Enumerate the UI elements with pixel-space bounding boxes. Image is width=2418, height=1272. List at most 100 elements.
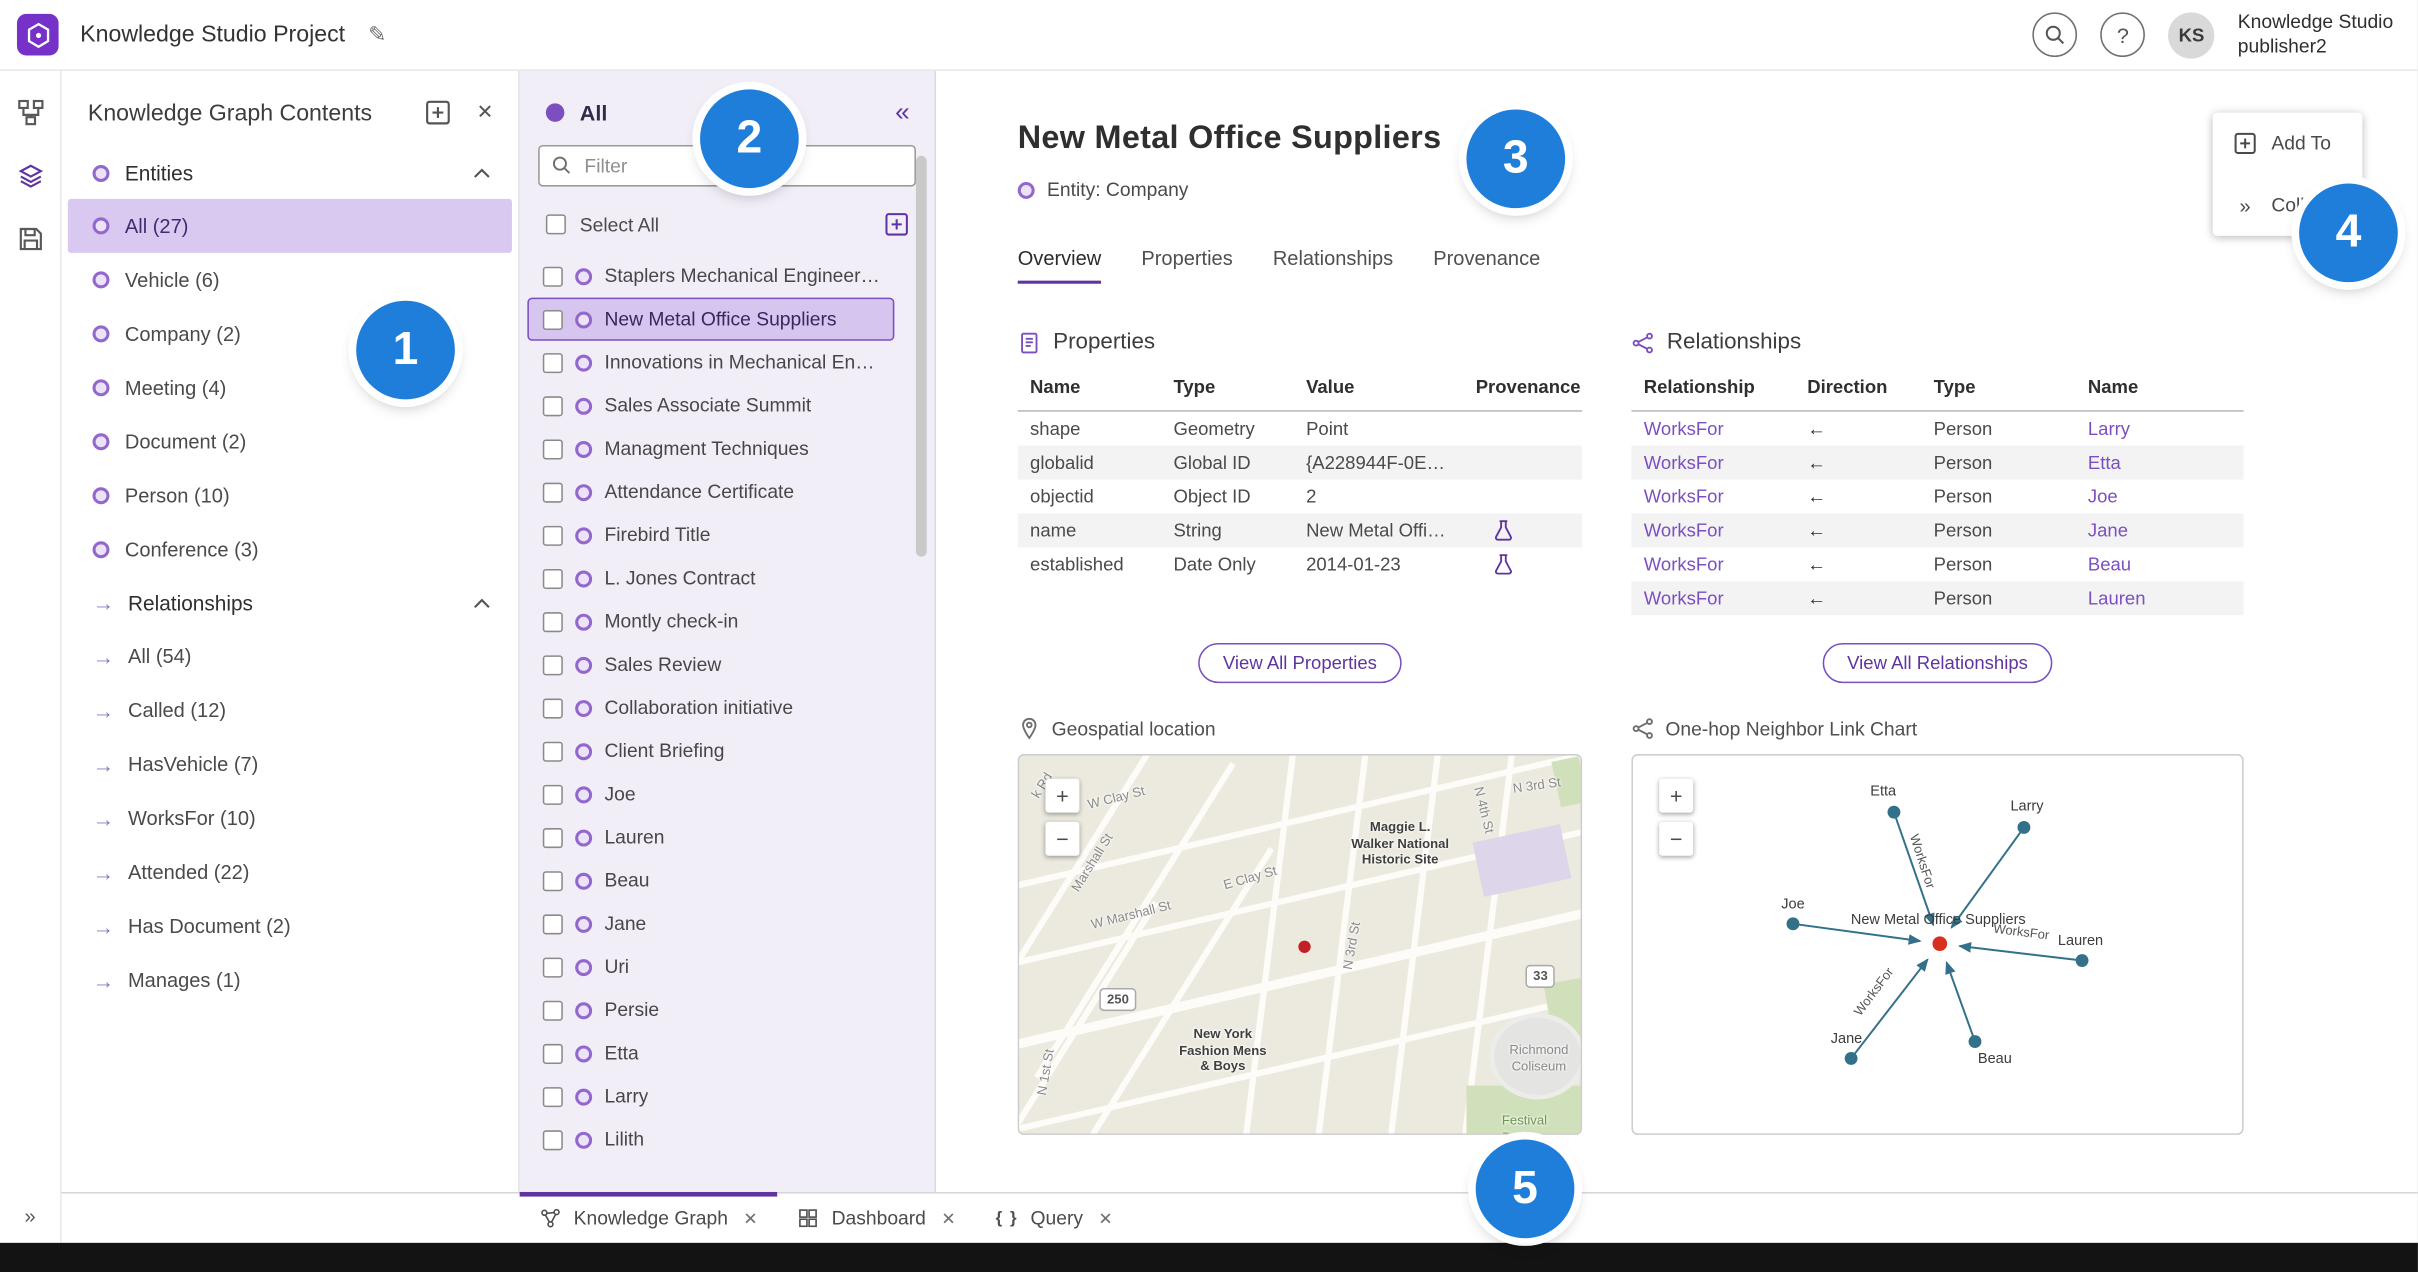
entity-type-item[interactable]: Company (2) [68, 307, 512, 361]
app-logo-icon[interactable] [16, 13, 59, 56]
item-checkbox[interactable] [542, 956, 563, 977]
view-all-properties-button[interactable]: View All Properties [1198, 643, 1402, 684]
close-tab-icon[interactable]: ✕ [1098, 1208, 1112, 1229]
relationship-type-item[interactable]: → Called (12) [68, 683, 512, 737]
relationship-type-link[interactable]: WorksFor [1631, 554, 1794, 576]
graph-item-row[interactable]: Innovations in Mechanical Engin... [527, 341, 894, 384]
detail-tab[interactable]: Provenance [1433, 247, 1540, 284]
relationship-type-link[interactable]: WorksFor [1631, 452, 1794, 474]
entity-type-item[interactable]: Person (10) [68, 469, 512, 523]
detail-tab[interactable]: Relationships [1273, 247, 1393, 284]
graph-item-row[interactable]: Client Briefing [527, 729, 894, 772]
graph-item-row[interactable]: Firebird Title [527, 513, 894, 556]
related-entity-link[interactable]: Joe [2076, 486, 2244, 508]
graph-item-row[interactable]: Jane [527, 902, 894, 945]
graph-item-row[interactable]: L. Jones Contract [527, 557, 894, 600]
add-to-button[interactable]: Add To [2213, 113, 2363, 175]
entity-type-item[interactable]: Document (2) [68, 415, 512, 469]
filter-input[interactable] [538, 144, 916, 187]
provenance-icon[interactable] [1494, 554, 1513, 576]
relationship-type-item[interactable]: → Manages (1) [68, 953, 512, 1007]
item-checkbox[interactable] [542, 784, 563, 805]
search-button[interactable] [2032, 12, 2078, 58]
entity-type-item[interactable]: Meeting (4) [68, 361, 512, 415]
entity-type-item[interactable]: All (27) [67, 198, 512, 253]
item-checkbox[interactable] [542, 999, 563, 1021]
item-checkbox[interactable] [542, 740, 563, 761]
item-checkbox[interactable] [542, 870, 563, 891]
add-item-icon[interactable] [424, 99, 452, 127]
graph-item-row[interactable]: Larry [527, 1075, 894, 1118]
graph-item-row[interactable]: Sales Review [527, 643, 894, 686]
item-checkbox[interactable] [542, 309, 563, 330]
graph-item-row[interactable]: Attendance Certificate [527, 470, 894, 513]
tab-query[interactable]: { } Query ✕ [976, 1194, 1133, 1243]
add-entity-icon[interactable] [884, 211, 910, 237]
graph-item-row[interactable]: Joe [527, 773, 894, 816]
type-filter-dropdown[interactable]: All [580, 100, 895, 125]
graph-item-row[interactable]: Uri [527, 945, 894, 988]
related-entity-link[interactable]: Lauren [2076, 588, 2244, 610]
scrollbar-thumb[interactable] [915, 155, 927, 557]
item-checkbox[interactable] [542, 568, 563, 589]
graph-item-row[interactable]: Persie [527, 988, 894, 1031]
item-checkbox[interactable] [542, 827, 563, 848]
item-checkbox[interactable] [542, 481, 563, 502]
graph-item-row[interactable]: Montly check-in [527, 600, 894, 643]
graph-item-row[interactable]: Managment Techniques [527, 427, 894, 470]
relationship-type-link[interactable]: WorksFor [1631, 520, 1794, 542]
item-checkbox[interactable] [542, 438, 563, 459]
detail-tab[interactable]: Properties [1141, 247, 1232, 284]
tab-knowledge-graph[interactable]: Knowledge Graph ✕ [519, 1191, 779, 1243]
item-checkbox[interactable] [542, 1043, 563, 1064]
graph-item-row[interactable]: Beau [527, 859, 894, 902]
provenance-icon[interactable] [1494, 520, 1513, 542]
edit-title-icon[interactable]: ✎ [368, 22, 386, 48]
graph-item-row[interactable]: Collaboration initiative [527, 686, 894, 729]
close-panel-icon[interactable]: ✕ [477, 100, 494, 125]
expand-rail-button[interactable]: » [24, 1204, 35, 1227]
relationship-type-item[interactable]: → WorksFor (10) [68, 791, 512, 845]
collapse-button[interactable]: » Colla [2213, 174, 2363, 236]
close-tab-icon[interactable]: ✕ [743, 1208, 757, 1229]
item-checkbox[interactable] [542, 913, 563, 934]
related-entity-link[interactable]: Larry [2076, 418, 2244, 440]
view-all-relationships-button[interactable]: View All Relationships [1822, 643, 2053, 684]
item-checkbox[interactable] [542, 1086, 563, 1107]
zoom-out-button[interactable]: − [1045, 821, 1080, 856]
map[interactable]: k Rd W Clay St N 3rd St N 4th St Marshal… [1017, 754, 1583, 1135]
relationships-section-header[interactable]: → Relationships [62, 577, 518, 629]
related-entity-link[interactable]: Jane [2076, 520, 2244, 542]
item-checkbox[interactable] [542, 265, 563, 287]
user-avatar[interactable]: KS [2168, 11, 2215, 58]
item-checkbox[interactable] [542, 352, 563, 373]
item-checkbox[interactable] [542, 525, 563, 546]
relationship-type-link[interactable]: WorksFor [1631, 588, 1794, 610]
select-all-checkbox[interactable] [545, 214, 566, 235]
item-checkbox[interactable] [542, 395, 563, 416]
collapse-panel-icon[interactable]: « [895, 97, 910, 128]
relationship-type-link[interactable]: WorksFor [1631, 486, 1794, 508]
relationship-type-link[interactable]: WorksFor [1631, 418, 1794, 440]
save-icon[interactable] [16, 225, 44, 253]
graph-item-row[interactable]: Lauren [527, 816, 894, 859]
entity-type-item[interactable]: Vehicle (6) [68, 253, 512, 307]
close-tab-icon[interactable]: ✕ [941, 1208, 955, 1229]
item-checkbox[interactable] [542, 1129, 563, 1150]
related-entity-link[interactable]: Beau [2076, 554, 2244, 576]
graph-item-row[interactable]: Lilith [527, 1118, 894, 1161]
related-entity-link[interactable]: Etta [2076, 452, 2244, 474]
help-button[interactable]: ? [2100, 12, 2146, 58]
zoom-in-button[interactable]: + [1045, 778, 1080, 813]
graph-item-row[interactable]: New Metal Office Suppliers [527, 297, 895, 341]
detail-tab[interactable]: Overview [1017, 247, 1102, 284]
relationship-type-item[interactable]: → All (54) [68, 629, 512, 683]
entity-type-item[interactable]: Conference (3) [68, 523, 512, 577]
data-model-icon[interactable] [16, 99, 44, 127]
entities-section-header[interactable]: Entities [62, 146, 518, 198]
contents-layers-icon[interactable] [16, 162, 44, 190]
item-checkbox[interactable] [542, 697, 563, 718]
tab-dashboard[interactable]: Dashboard ✕ [778, 1194, 976, 1243]
zoom-out-button[interactable]: − [1659, 821, 1694, 856]
graph-item-row[interactable]: Etta [527, 1032, 894, 1075]
